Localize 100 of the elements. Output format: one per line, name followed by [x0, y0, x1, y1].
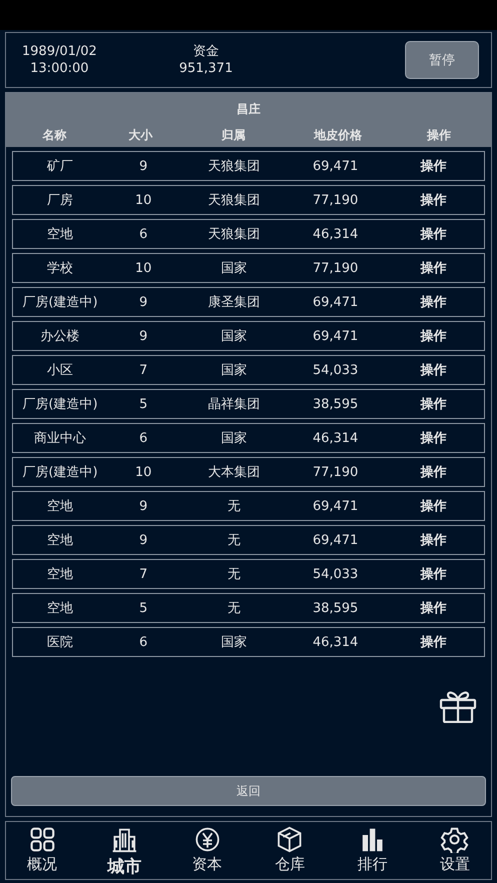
time-text: 13:00:00 — [30, 60, 89, 77]
pause-button[interactable]: 暂停 — [405, 41, 479, 79]
action-link[interactable]: 操作 — [382, 463, 484, 481]
table-row[interactable]: 空地 7 无 54,033 操作 — [12, 559, 485, 589]
action-link[interactable]: 操作 — [382, 497, 484, 515]
table-cell-text: 46,314 — [312, 634, 360, 650]
table-cell-text: 空地 — [46, 566, 74, 583]
table-row[interactable]: 空地 5 无 38,595 操作 — [12, 593, 485, 623]
table-cell-text: 晶祥集团 — [207, 396, 261, 413]
table-cell-text: 厂房(建造中) — [22, 294, 99, 311]
nav-tab[interactable]: 排行 — [344, 826, 400, 879]
table-cell-text: 9 — [138, 294, 149, 310]
table-cell-text: 无 — [226, 566, 242, 583]
table-row[interactable]: 矿厂 9 天狼集团 69,471 操作 — [12, 151, 485, 181]
nav-tab[interactable]: 概况 — [14, 826, 70, 879]
nav-tab[interactable]: 资本 — [179, 826, 236, 879]
table-cell-text: 天狼集团 — [207, 192, 261, 209]
table-cell-text: 厂房 — [46, 192, 74, 209]
table-cell-text: 空地 — [46, 498, 74, 515]
action-link[interactable]: 操作 — [382, 429, 484, 447]
table-cell-text: 6 — [138, 430, 149, 446]
table-row[interactable]: 空地 9 无 69,471 操作 — [12, 491, 485, 521]
table-cell-text: 6 — [138, 226, 149, 242]
table-cell-text: 空地 — [46, 600, 74, 617]
table-cell-text: 无 — [226, 600, 242, 617]
table-cell-text: 空地 — [46, 532, 74, 549]
table-cell-text: 国家 — [220, 430, 248, 447]
table-row[interactable]: 小区 7 国家 54,033 操作 — [12, 355, 485, 385]
date-text: 1989/01/02 — [22, 43, 97, 60]
table-cell-text: 天狼集团 — [207, 226, 261, 243]
table-row[interactable]: 空地 6 天狼集团 46,314 操作 — [12, 219, 485, 249]
table-cell-text: 商业中心 — [33, 430, 88, 447]
table-cell-text: 10 — [134, 260, 153, 276]
table-row[interactable]: 厂房(建造中) 5 晶祥集团 38,595 操作 — [12, 389, 485, 419]
table-row[interactable]: 空地 9 无 69,471 操作 — [12, 525, 485, 555]
table-cell-text: 38,595 — [312, 396, 360, 412]
table-cell-text: 国家 — [220, 260, 248, 277]
table-cell-text: 无 — [226, 532, 242, 549]
action-link[interactable]: 操作 — [382, 191, 484, 209]
table-cell-text: 国家 — [220, 362, 248, 379]
action-link[interactable]: 操作 — [382, 259, 484, 277]
action-link[interactable]: 操作 — [382, 531, 484, 549]
table-cell-text: 5 — [138, 600, 149, 616]
table-cell-text: 厂房(建造中) — [22, 396, 99, 413]
table-row[interactable]: 厂房 10 天狼集团 77,190 操作 — [12, 185, 485, 215]
grid-icon — [28, 826, 56, 853]
funds-value: 951,371 — [179, 60, 233, 77]
table-cell-text: 69,471 — [312, 294, 360, 310]
table-title: 昌庄 — [236, 102, 260, 116]
table-cell-text: 9 — [138, 498, 149, 514]
action-link[interactable]: 操作 — [382, 565, 484, 583]
gift-icon[interactable] — [439, 689, 477, 723]
table-row[interactable]: 办公楼 9 国家 69,471 操作 — [12, 321, 485, 351]
nav-tab[interactable]: 城市 — [96, 826, 153, 879]
table-cell-text: 矿厂 — [46, 158, 74, 175]
table-cell-text: 54,033 — [312, 566, 360, 582]
action-link[interactable]: 操作 — [382, 293, 484, 311]
table-cell-text: 小区 — [46, 362, 74, 379]
column-header: 大小 — [127, 126, 154, 144]
table-row[interactable]: 商业中心 6 国家 46,314 操作 — [12, 423, 485, 453]
table-cell-text: 9 — [138, 328, 149, 344]
table-cell-text: 国家 — [220, 328, 248, 345]
table-cell-text: 10 — [134, 464, 153, 480]
table-cell-text: 46,314 — [312, 430, 360, 446]
table-cell-text: 77,190 — [312, 192, 360, 208]
table-cell-text: 69,471 — [312, 328, 360, 344]
table-cell-text: 69,471 — [312, 158, 360, 174]
back-button[interactable]: 返回 — [11, 776, 486, 806]
table-cell-text: 无 — [226, 498, 242, 515]
action-link[interactable]: 操作 — [382, 395, 484, 413]
table-cell-text: 9 — [138, 158, 149, 174]
action-link[interactable]: 操作 — [382, 157, 484, 175]
table-cell-text: 9 — [138, 532, 149, 548]
nav-tab[interactable]: 仓库 — [262, 826, 318, 879]
table-row[interactable]: 厂房(建造中) 9 康圣集团 69,471 操作 — [12, 287, 485, 317]
table-cell-text: 国家 — [220, 634, 248, 651]
table-cell-text: 69,471 — [312, 532, 360, 548]
table-cell-text: 办公楼 — [40, 328, 81, 345]
action-link[interactable]: 操作 — [382, 361, 484, 379]
action-link[interactable]: 操作 — [382, 599, 484, 617]
column-header: 地皮价格 — [312, 126, 364, 144]
table-row[interactable]: 医院 6 国家 46,314 操作 — [12, 627, 485, 657]
table-cell-text: 46,314 — [312, 226, 360, 242]
table-cell-text: 69,471 — [312, 498, 360, 514]
table-cell-text: 77,190 — [312, 260, 360, 276]
table-cell-text: 77,190 — [312, 464, 360, 480]
column-header: 归属 — [220, 126, 247, 144]
nav-tab[interactable]: 设置 — [426, 826, 483, 879]
table-cell-text: 5 — [138, 396, 149, 412]
table-cell-text: 医院 — [46, 634, 74, 651]
action-link[interactable]: 操作 — [382, 633, 484, 651]
action-link[interactable]: 操作 — [382, 327, 484, 345]
table-row[interactable]: 学校 10 国家 77,190 操作 — [12, 253, 485, 283]
table-cell-text: 54,033 — [312, 362, 360, 378]
table-row[interactable]: 厂房(建造中) 10 大本集团 77,190 操作 — [12, 457, 485, 487]
column-header: 操作 — [426, 126, 452, 144]
column-header: 名称 — [41, 126, 68, 144]
action-link[interactable]: 操作 — [382, 225, 484, 243]
table-cell-text: 空地 — [46, 226, 74, 243]
funds-label: 资金 — [192, 43, 219, 60]
